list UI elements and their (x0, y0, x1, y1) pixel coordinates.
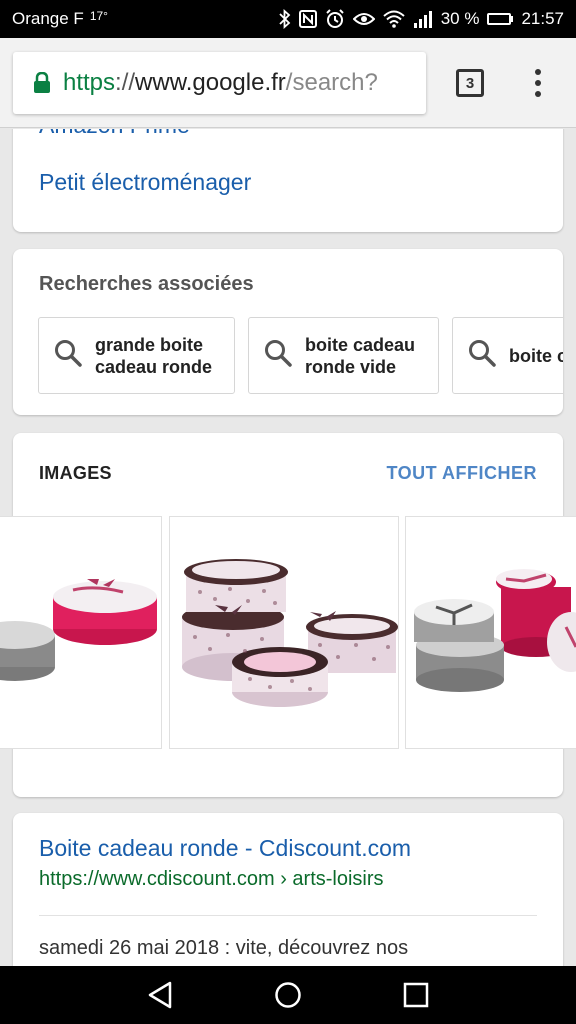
address-bar[interactable]: https://www.google.fr/search? (13, 52, 426, 114)
lock-icon (33, 72, 51, 94)
image-carousel[interactable] (0, 516, 576, 749)
battery-icon (487, 13, 514, 25)
see-all-link[interactable]: TOUT AFFICHER (387, 463, 538, 484)
alarm-icon (325, 9, 345, 29)
search-results[interactable]: Amazon Prime Petit électroménager Recher… (0, 129, 576, 966)
link-petit-electromenager[interactable]: Petit électroménager (39, 169, 251, 196)
temperature: 17° (89, 9, 108, 23)
images-card: IMAGES TOUT AFFICHER (0, 433, 576, 797)
chip-line-1: boite c (509, 345, 563, 366)
image-thumbnail[interactable] (169, 516, 399, 749)
related-chip[interactable]: grande boite cadeau ronde (38, 317, 235, 394)
result-snippet: samedi 26 mai 2018 : vite, découvrez nos (39, 937, 409, 959)
image-thumbnail[interactable] (405, 516, 576, 749)
divider (39, 915, 537, 916)
tabs-icon[interactable]: 3 (456, 69, 484, 97)
nfc-icon (298, 10, 317, 28)
tab-count: 3 (465, 74, 475, 92)
search-icon (263, 338, 293, 373)
related-chip[interactable]: boite c (452, 317, 563, 394)
overflow-menu-icon[interactable] (528, 66, 548, 100)
url-scheme: https (63, 69, 116, 96)
related-chip[interactable]: boite cadeau ronde vide (248, 317, 439, 394)
wifi-icon (383, 10, 405, 28)
status-bar: Orange F 17° 30 % 21:57 (0, 0, 576, 38)
url-host: www.google.fr (135, 69, 286, 96)
carrier-name: Orange F (12, 9, 84, 28)
search-icon (467, 338, 497, 373)
related-searches-title: Recherches associées (39, 273, 254, 295)
chip-line-2: cadeau ronde (95, 356, 213, 377)
recents-icon[interactable] (401, 980, 431, 1010)
signal-icon (413, 10, 433, 28)
link-amazon-prime[interactable]: Amazon Prime (39, 129, 190, 139)
result-card: Boite cadeau ronde - Cdiscount.com https… (13, 813, 563, 966)
search-icon (53, 338, 83, 373)
chip-line-2: ronde vide (305, 356, 397, 377)
chip-line-1: boite cadeau (305, 334, 416, 355)
result-title-link[interactable]: Boite cadeau ronde - Cdiscount.com (39, 835, 411, 862)
image-thumbnail[interactable] (0, 516, 162, 749)
chip-line-1: grande boite (95, 334, 204, 355)
browser-toolbar: https://www.google.fr/search? 3 (0, 38, 576, 128)
result-url[interactable]: https://www.cdiscount.com › arts-loisirs (39, 868, 384, 891)
related-searches-card: Recherches associées grande boite cadeau … (13, 249, 563, 415)
previous-links-card: Amazon Prime Petit électroménager (13, 129, 563, 232)
bluetooth-icon (279, 9, 291, 29)
home-icon[interactable] (273, 980, 303, 1010)
navigation-bar (0, 966, 576, 1024)
related-chips[interactable]: grande boite cadeau ronde boite cadeau ron… (38, 317, 563, 394)
url-path: /search? (285, 69, 378, 96)
url-separator: :// (115, 69, 136, 96)
battery-percent: 30 % (440, 9, 480, 28)
eye-icon (352, 11, 375, 27)
back-icon[interactable] (145, 980, 175, 1010)
clock: 21:57 (521, 9, 564, 28)
images-title: IMAGES (39, 463, 112, 483)
